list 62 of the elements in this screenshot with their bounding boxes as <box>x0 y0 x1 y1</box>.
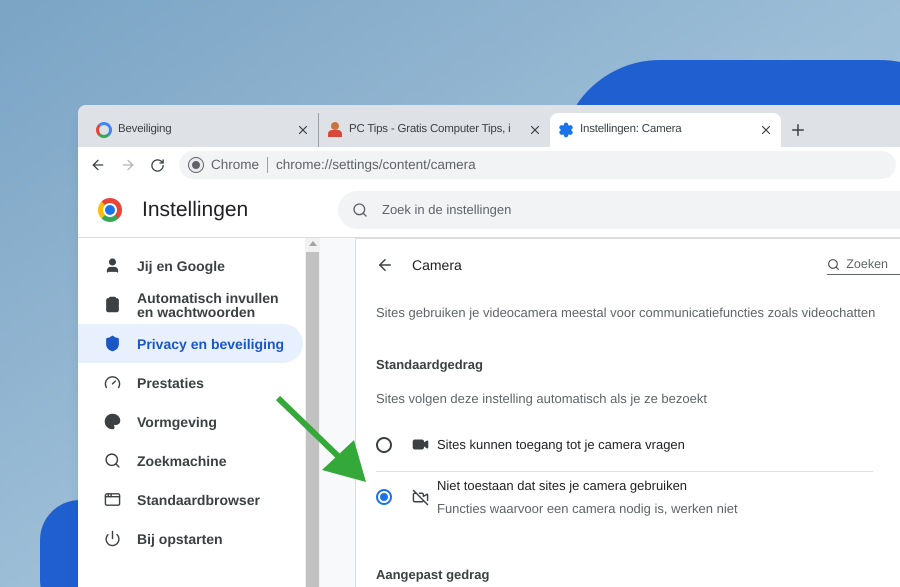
sidebar-item[interactable]: Automatisch invullen en wachtwoorden <box>78 285 303 324</box>
back-icon[interactable] <box>90 157 106 173</box>
browser-window-icon <box>104 491 121 508</box>
section-title: Camera <box>412 256 463 274</box>
chrome-logo-icon <box>98 198 122 222</box>
close-icon[interactable] <box>296 123 310 137</box>
g-logo-icon <box>96 122 112 138</box>
option-label: Niet toestaan dat sites je camera gebruiken <box>437 476 688 495</box>
sidebar-label: Prestaties <box>137 376 205 390</box>
sidebar-label: Zoekmachine <box>137 454 228 468</box>
sidebar-label: Automatisch invullen en wachtwoorden <box>137 290 280 318</box>
tab-title: Instellingen: Camera <box>580 122 683 138</box>
shield-icon <box>104 335 121 352</box>
search-placeholder: Zoeken <box>846 256 888 274</box>
option-sublabel: Functies waarvoor een camera nodig is, werken niet <box>437 500 738 518</box>
tab-title: Beveiliging <box>118 122 172 138</box>
browser-tab[interactable]: Instellingen: Camera <box>550 113 781 147</box>
gear-icon <box>558 122 574 138</box>
section-heading: Standaardgedrag <box>376 356 484 374</box>
person-favicon-icon <box>327 122 343 138</box>
sidebar-label: Jij en Google <box>137 258 226 272</box>
sidebar-label: Privacy en beveiliging <box>137 336 286 350</box>
description-text: Sites gebruiken je videocamera meestal voor communicatiefuncties zoals videochatten <box>376 304 876 322</box>
close-icon[interactable] <box>759 123 773 137</box>
search-icon <box>104 452 121 469</box>
address-bar[interactable]: Chrome chrome://settings/content/camera <box>179 151 896 179</box>
search-icon <box>352 202 368 218</box>
sidebar-label: Standaardbrowser <box>137 492 261 506</box>
person-icon <box>104 257 121 274</box>
page-title: Instellingen <box>142 197 250 224</box>
scrollbar-thumb[interactable] <box>306 252 319 587</box>
sidebar-item[interactable]: Prestaties <box>78 363 303 402</box>
reload-icon[interactable] <box>150 158 165 172</box>
radio-button[interactable] <box>376 489 392 505</box>
settings-search-field[interactable]: Zoek in de instellingen <box>338 191 900 229</box>
search-icon <box>827 258 840 271</box>
sidebar-label: Vormgeving <box>137 414 218 428</box>
sidebar-item[interactable]: Zoekmachine <box>78 441 303 480</box>
option-label: Sites kunnen toegang tot je camera vragen <box>437 436 685 454</box>
back-icon[interactable] <box>376 256 394 274</box>
browser-tab[interactable]: PC Tips - Gratis Computer Tips, i <box>319 113 550 147</box>
section-description: Sites volgen deze instelling automatisch als je ze bezoekt <box>376 390 708 408</box>
url-text: chrome://settings/content/camera <box>276 156 476 174</box>
sidebar-item[interactable]: Bij opstarten <box>78 519 303 558</box>
gauge-icon <box>104 374 121 391</box>
camera-off-icon <box>412 488 429 506</box>
content-search-field[interactable]: Zoeken <box>827 255 900 275</box>
power-icon <box>104 530 121 547</box>
palette-icon <box>104 413 121 430</box>
search-placeholder: Zoek in de instellingen <box>382 201 512 220</box>
radio-button[interactable] <box>376 436 392 452</box>
sidebar-label: Bij opstarten <box>137 532 224 546</box>
tab-title: PC Tips - Gratis Computer Tips, i <box>349 122 512 138</box>
close-icon[interactable] <box>528 123 542 137</box>
sidebar-item[interactable]: Jij en Google <box>78 246 303 285</box>
origin-label: Chrome <box>211 156 260 174</box>
sidebar-item[interactable]: Vormgeving <box>78 402 303 441</box>
section-heading: Aangepast gedrag <box>376 566 490 584</box>
new-tab-icon[interactable] <box>789 121 807 139</box>
sidebar-item[interactable]: Privacy en beveiliging <box>78 324 303 363</box>
sidebar-item[interactable]: Standaardbrowser <box>78 480 303 519</box>
chrome-logo-icon <box>189 158 203 172</box>
